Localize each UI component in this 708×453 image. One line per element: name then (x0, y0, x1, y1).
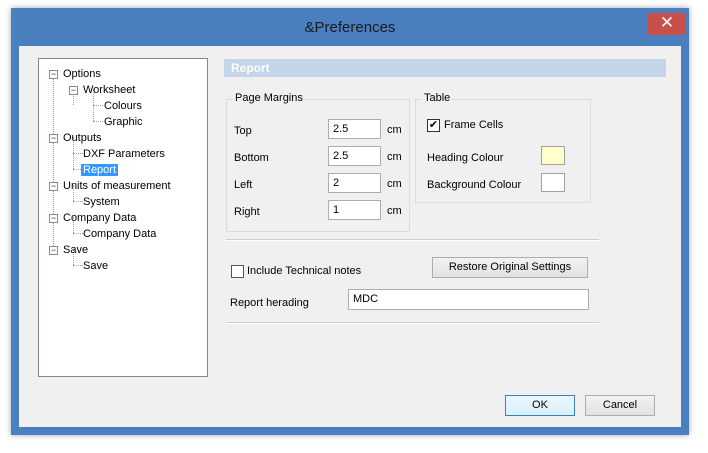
preferences-window: &Preferences ✕ − − − − − − Options Works… (11, 8, 689, 435)
page-margins-group: Page Margins Top 2.5 cm Bottom 2.5 cm Le… (226, 92, 410, 232)
restore-original-settings-button[interactable]: Restore Original Settings (432, 257, 588, 278)
background-colour-label: Background Colour (427, 179, 522, 191)
tree-item-dxf-parameters[interactable]: DXF Parameters (81, 146, 167, 162)
tree-item-options[interactable]: Options (61, 66, 103, 82)
tree-item-save[interactable]: Save (61, 242, 90, 258)
options-tree[interactable]: − − − − − − Options Worksheet Colours Gr… (38, 58, 208, 377)
tree-item-company-data-child[interactable]: Company Data (81, 226, 158, 242)
collapse-save-icon[interactable]: − (49, 246, 58, 255)
collapse-options-icon[interactable]: − (49, 70, 58, 79)
left-margin-input[interactable]: 2 (328, 173, 381, 193)
ok-button[interactable]: OK (505, 395, 575, 416)
right-margin-input[interactable]: 1 (328, 200, 381, 220)
collapse-worksheet-icon[interactable]: − (69, 86, 78, 95)
frame-cells-label: Frame Cells (444, 119, 504, 131)
cancel-button[interactable]: Cancel (585, 395, 655, 416)
table-legend: Table (422, 92, 453, 104)
background-colour-swatch[interactable] (541, 173, 565, 192)
window-title: &Preferences (304, 19, 396, 36)
divider-top (226, 239, 599, 241)
collapse-units-icon[interactable]: − (49, 182, 58, 191)
left-margin-label: Left (234, 179, 253, 191)
bottom-margin-label: Bottom (234, 152, 269, 164)
tree-item-units-of-measurement[interactable]: Units of measurement (61, 178, 173, 194)
dialog-client: − − − − − − Options Worksheet Colours Gr… (19, 46, 681, 427)
panel-title: Report (224, 59, 666, 77)
tree-item-report[interactable]: Report (81, 162, 119, 178)
collapse-company-data-icon[interactable]: − (49, 214, 58, 223)
tree-item-save-child[interactable]: Save (81, 258, 110, 274)
report-heading-label: Report herading (230, 297, 309, 309)
tree-item-colours[interactable]: Colours (102, 98, 144, 114)
divider-bottom (226, 322, 599, 324)
report-heading-input[interactable]: MDC (348, 289, 589, 310)
tree-item-system[interactable]: System (81, 194, 122, 210)
tree-connector (53, 74, 54, 250)
right-margin-unit: cm (387, 205, 402, 217)
tree-item-outputs[interactable]: Outputs (61, 130, 104, 146)
top-margin-label: Top (234, 125, 252, 137)
collapse-outputs-icon[interactable]: − (49, 134, 58, 143)
title-bar[interactable]: &Preferences ✕ (11, 8, 689, 46)
heading-colour-label: Heading Colour (427, 152, 504, 164)
heading-colour-swatch[interactable] (541, 146, 565, 165)
top-margin-unit: cm (387, 124, 402, 136)
tree-item-graphic[interactable]: Graphic (102, 114, 145, 130)
include-technical-notes-label: Include Technical notes (247, 265, 362, 277)
frame-cells-checkbox[interactable]: ✔ (427, 119, 440, 132)
bottom-margin-input[interactable]: 2.5 (328, 146, 381, 166)
left-margin-unit: cm (387, 178, 402, 190)
table-group: Table ✔ Frame Cells Heading Colour Backg… (415, 92, 591, 203)
include-technical-notes-checkbox[interactable] (231, 265, 244, 278)
close-button[interactable]: ✕ (648, 13, 686, 35)
tree-item-worksheet[interactable]: Worksheet (81, 82, 137, 98)
right-margin-label: Right (234, 206, 260, 218)
top-margin-input[interactable]: 2.5 (328, 119, 381, 139)
page-margins-legend: Page Margins (233, 92, 305, 104)
bottom-margin-unit: cm (387, 151, 402, 163)
tree-item-company-data[interactable]: Company Data (61, 210, 138, 226)
